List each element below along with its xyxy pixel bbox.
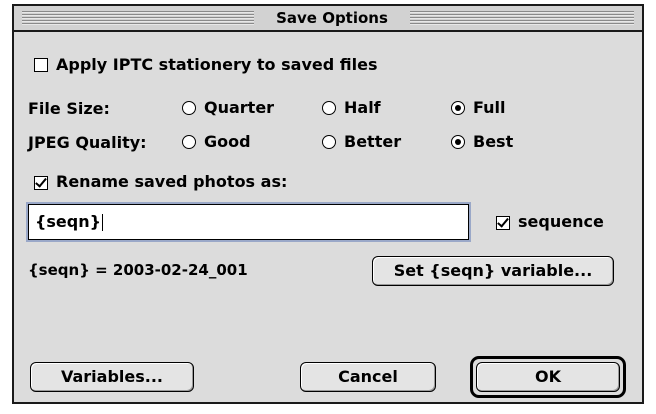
title-bar-stripes-left (22, 11, 254, 25)
file-size-half-label[interactable]: Half (344, 98, 381, 117)
jpeg-quality-better-radio[interactable] (322, 135, 336, 149)
file-size-full-radio[interactable] (451, 101, 465, 115)
jpeg-quality-good-label[interactable]: Good (204, 132, 251, 151)
rename-label[interactable]: Rename saved photos as: (56, 172, 287, 191)
text-caret (102, 214, 103, 231)
apply-iptc-label[interactable]: Apply IPTC stationery to saved files (56, 55, 377, 74)
seqn-readout: {seqn} = 2003-02-24_001 (28, 261, 248, 279)
rename-checkbox[interactable] (34, 176, 48, 190)
apply-iptc-checkbox[interactable] (34, 58, 48, 72)
sequence-checkbox[interactable] (496, 216, 510, 230)
dialog-title: Save Options (276, 9, 388, 27)
file-size-half-radio[interactable] (322, 101, 336, 115)
file-size-full-label[interactable]: Full (473, 98, 506, 117)
file-size-quarter-label[interactable]: Quarter (204, 98, 274, 117)
file-size-quarter-radio[interactable] (182, 101, 196, 115)
jpeg-quality-best-label[interactable]: Best (473, 132, 513, 151)
sequence-label[interactable]: sequence (518, 212, 604, 231)
rename-pattern-value: {seqn} (35, 212, 101, 231)
rename-pattern-input[interactable]: {seqn} (28, 204, 469, 240)
variables-button[interactable]: Variables... (30, 362, 194, 392)
save-options-dialog: Save Options Apply IPTC stationery to sa… (12, 4, 644, 404)
jpeg-quality-good-radio[interactable] (182, 135, 196, 149)
jpeg-quality-label: JPEG Quality: (28, 133, 147, 152)
file-size-label: File Size: (28, 99, 110, 118)
set-seqn-variable-button[interactable]: Set {seqn} variable... (372, 256, 614, 286)
cancel-button[interactable]: Cancel (300, 362, 436, 392)
jpeg-quality-best-radio[interactable] (451, 135, 465, 149)
title-bar-stripes-right (410, 11, 634, 25)
title-bar[interactable]: Save Options (14, 6, 642, 32)
ok-button[interactable]: OK (476, 362, 620, 392)
jpeg-quality-better-label[interactable]: Better (344, 132, 401, 151)
